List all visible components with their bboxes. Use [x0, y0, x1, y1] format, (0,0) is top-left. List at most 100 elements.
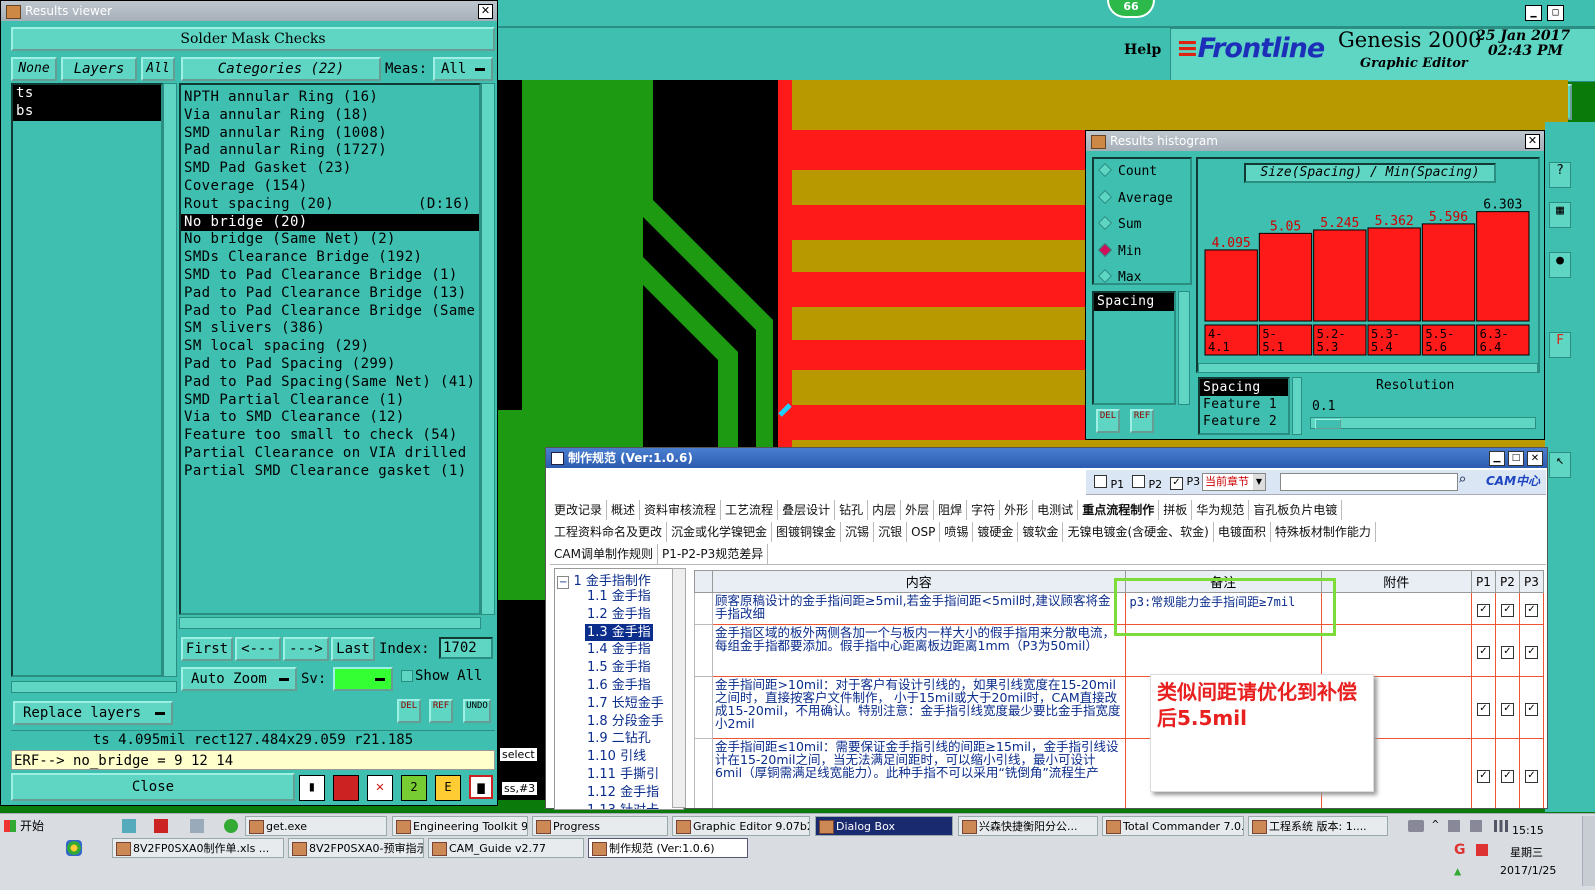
- tray-up-icon[interactable]: ^: [1432, 818, 1439, 831]
- histogram-bar[interactable]: [1313, 229, 1367, 322]
- taskbar-item[interactable]: 8V2FP0SXA0制作单.xls ...: [112, 838, 284, 858]
- hist-ref-button[interactable]: REF: [1130, 409, 1154, 433]
- tree-item[interactable]: 1.13 针对卡: [585, 802, 661, 809]
- tab-item[interactable]: 更改记录: [550, 500, 608, 520]
- histogram-bar[interactable]: [1204, 249, 1258, 322]
- lower-item[interactable]: Feature 2: [1200, 413, 1288, 430]
- close-icon[interactable]: ✕: [478, 4, 493, 19]
- tab-item[interactable]: 内层: [868, 500, 902, 520]
- category-item[interactable]: Rout spacing (20) (D:16): [181, 196, 479, 214]
- ref-button[interactable]: REF: [429, 699, 453, 723]
- tab-item[interactable]: 外形: [1000, 500, 1034, 520]
- taskbar-item[interactable]: Dialog Box: [815, 816, 953, 836]
- taskbar-item[interactable]: Total Commander 7.0...: [1102, 816, 1244, 836]
- radio-icon[interactable]: [1097, 268, 1113, 284]
- spec-titlebar[interactable]: 制作规范 (Ver:1.0.6) ▁ □ ✕: [546, 448, 1547, 468]
- tab-item[interactable]: 阻焊: [934, 500, 968, 520]
- table-row[interactable]: 金手指间距>10mil：对于客户有设计引线的，如果引线宽度在15-20mil之间…: [694, 676, 1545, 739]
- category-item[interactable]: SMD Pad Gasket (23): [181, 160, 479, 178]
- tab-item[interactable]: OSP: [907, 522, 941, 542]
- taskbar-item[interactable]: Graphic Editor 9.07b2...: [672, 816, 810, 836]
- slider-thumb[interactable]: [1315, 419, 1341, 429]
- taskbar-item[interactable]: 工程系统 版本: 1....: [1248, 816, 1388, 836]
- row-p3-checkbox[interactable]: ✓: [1524, 769, 1538, 783]
- histogram-option[interactable]: Average: [1094, 186, 1190, 213]
- tab-item[interactable]: 工艺流程: [721, 500, 779, 520]
- radio-icon[interactable]: [1097, 189, 1113, 204]
- tab-item[interactable]: P1-P2-P3规范差异: [658, 544, 769, 564]
- category-item[interactable]: No bridge (20): [181, 213, 479, 232]
- tree-item[interactable]: 1.8 分段金手: [585, 713, 666, 730]
- tab-item[interactable]: 特殊板材制作能力: [1271, 522, 1376, 542]
- tree-item[interactable]: 1.12 金手指: [585, 784, 661, 801]
- tree-scrollbar[interactable]: [672, 568, 686, 808]
- search-input[interactable]: [1280, 473, 1458, 491]
- tab-item[interactable]: 镀软金: [1018, 522, 1064, 542]
- category-item[interactable]: Partial SMD Clearance gasket (1): [181, 463, 479, 481]
- tab-item[interactable]: 资料审核流程: [640, 500, 722, 520]
- tree-item[interactable]: 1.9 二钻孔: [585, 730, 653, 747]
- signal-icon[interactable]: [1494, 820, 1508, 832]
- histogram-bar[interactable]: [1258, 232, 1313, 322]
- p1-checkbox[interactable]: [1094, 475, 1107, 488]
- tool-question-icon[interactable]: ?: [1549, 162, 1571, 188]
- letter-e-icon[interactable]: E: [435, 775, 461, 801]
- show-desktop-button[interactable]: [1582, 816, 1595, 886]
- tree-item[interactable]: 1.3 金手指: [585, 623, 653, 641]
- chapter-tree[interactable]: − 1 金手指制作 1.1 金手指 1.2 金手指 1.3 金手指 1.4 金手指 1.…: [554, 568, 684, 810]
- keyboard-icon[interactable]: [1408, 820, 1424, 832]
- col-p1[interactable]: P1: [1470, 570, 1496, 593]
- row-p1-checkbox[interactable]: ✓: [1476, 645, 1490, 659]
- tab-item[interactable]: 重点流程制作: [1078, 500, 1160, 520]
- histogram-lower-list[interactable]: Spacing Feature 1 Feature 2: [1198, 377, 1290, 435]
- lower-item[interactable]: Spacing: [1200, 379, 1288, 396]
- next-button[interactable]: --->: [283, 637, 329, 661]
- filter-p1[interactable]: P1: [1094, 475, 1124, 491]
- number-two-icon[interactable]: 2: [401, 775, 427, 801]
- tab-item[interactable]: 电测试: [1033, 500, 1079, 520]
- radio-icon[interactable]: [1097, 215, 1113, 231]
- prev-button[interactable]: <---: [235, 637, 281, 661]
- tab-item[interactable]: 镀硬金: [973, 522, 1019, 542]
- row-p2-checkbox[interactable]: ✓: [1500, 702, 1514, 716]
- maximize-icon[interactable]: □: [1508, 451, 1524, 466]
- category-item[interactable]: Pad to Pad Spacing (299): [181, 356, 479, 374]
- taskbar-item[interactable]: CAM_Guide v2.77: [428, 838, 584, 858]
- layers-button[interactable]: Layers: [61, 57, 137, 81]
- tab-item[interactable]: 沉银: [874, 522, 908, 542]
- tab-item[interactable]: 概述: [607, 500, 641, 520]
- tray-app-icon[interactable]: [1476, 844, 1488, 856]
- category-item[interactable]: No bridge (Same Net) (2): [181, 231, 479, 249]
- tool-flag-icon[interactable]: F: [1549, 332, 1571, 358]
- tab-item[interactable]: 字符: [967, 500, 1001, 520]
- layers-scrollbar[interactable]: [163, 83, 177, 677]
- category-item[interactable]: Pad annular Ring (1727): [181, 142, 479, 160]
- col-p2[interactable]: P2: [1494, 570, 1520, 593]
- histogram-bar[interactable]: [1476, 211, 1530, 322]
- histogram-option[interactable]: Sum: [1094, 212, 1190, 239]
- help-menu[interactable]: Help: [1124, 42, 1161, 58]
- tree-item[interactable]: 1.2 金手指: [585, 606, 653, 623]
- network-icon[interactable]: [1448, 820, 1460, 832]
- lower-item[interactable]: Feature 1: [1200, 396, 1288, 413]
- close-icon[interactable]: ✕: [1525, 134, 1540, 149]
- tray-triangle-icon[interactable]: ▲: [1454, 864, 1461, 878]
- none-button[interactable]: None: [11, 57, 57, 81]
- row-p1-checkbox[interactable]: ✓: [1476, 603, 1490, 617]
- category-item[interactable]: Via annular Ring (18): [181, 107, 479, 125]
- categories-list[interactable]: NPTH annular Ring (16) Via annular Ring (…: [179, 83, 481, 615]
- layer-item[interactable]: bs: [13, 102, 161, 121]
- pdf-icon[interactable]: [154, 819, 168, 833]
- tree-item[interactable]: 1.7 长短金手: [585, 695, 666, 712]
- tab-item[interactable]: 外层: [901, 500, 935, 520]
- row-p3-checkbox[interactable]: ✓: [1524, 645, 1538, 659]
- tool-cursor-icon[interactable]: ↖: [1549, 452, 1571, 478]
- row-p2-checkbox[interactable]: ✓: [1500, 769, 1514, 783]
- undo-button[interactable]: UNDO: [463, 699, 491, 723]
- close-icon[interactable]: ✕: [1527, 451, 1543, 466]
- tool-grid-icon[interactable]: ▦: [1549, 202, 1571, 228]
- taskbar-item[interactable]: Engineering Toolkit 9...: [392, 816, 528, 836]
- table-row[interactable]: 金手指间距≤10mil：需要保证金手指引线的间距≥15mil，金手指引线设计在1…: [694, 738, 1545, 808]
- volume-icon[interactable]: [1470, 820, 1482, 832]
- categories-hscrollbar[interactable]: [179, 617, 481, 629]
